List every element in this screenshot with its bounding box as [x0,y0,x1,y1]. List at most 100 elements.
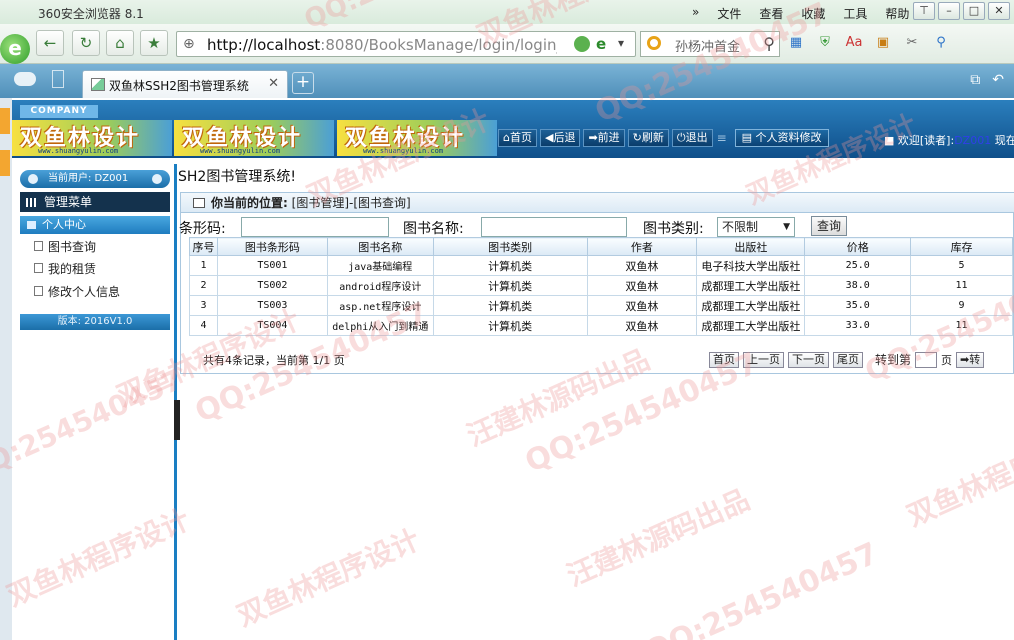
side-widget-1[interactable] [0,108,10,134]
sidebar-item-book-query[interactable]: 图书查询 [34,238,164,255]
cell-publisher: 成都理工大学出版社 [696,275,806,296]
home-button[interactable]: ⌂ [106,30,134,56]
cell-index: 2 [189,275,218,296]
menu-tools[interactable]: 工具 [843,5,867,22]
menu-header: 管理菜单 [20,192,170,212]
cell-author: 双鱼林 [586,255,698,276]
cell-barcode: TS003 [216,295,328,316]
shield-icon[interactable]: ⛨ [815,34,835,52]
next-page-button[interactable]: 下一页 [788,351,829,368]
prev-page-button[interactable]: 上一页 [743,351,784,368]
sidebar-item-label: 修改个人信息 [48,285,121,299]
browser-toolbar: ← ↻ ⌂ ★ ⊕ http://localhost:8080/BooksMan… [0,24,1014,64]
restore-tabs-icon[interactable]: ⧉ [970,72,980,88]
pagination-controls: 首页 上一页 下一页 尾页 转到第 页 ➡转 [709,351,985,368]
cell-book-name: java基础编程 [326,255,434,276]
screenshot-icon[interactable]: ✂ [902,34,922,52]
profile-icon: ▤ [741,131,752,144]
sidebar-item-edit-profile[interactable]: 修改个人信息 [34,283,164,300]
current-user-bar: 当前用户: DZ001 [20,170,170,188]
query-button[interactable]: 查询 [811,216,847,236]
cell-book-name: asp.net程序设计 [326,295,434,316]
favorite-button[interactable]: ★ [140,30,168,56]
cloud-icon[interactable] [14,72,36,86]
zoom-icon[interactable]: ⚲ [931,34,951,52]
book-type-value: 不限制 [722,220,759,234]
sidebar-item-label: 图书查询 [48,240,97,254]
book-name-input[interactable] [481,217,627,237]
minimize-button[interactable]: – [938,2,960,20]
table-row[interactable]: 1 TS001 java基础编程 计算机类 双鱼林 电子科技大学出版社 25.0… [189,255,1013,276]
sidebar-item-my-rentals[interactable]: 我的租赁 [34,260,164,277]
menu-group-personal[interactable]: 个人中心 [20,216,170,234]
menu-chevron-icon[interactable]: » [692,5,699,22]
nav-logout-label: 退出 [685,131,708,144]
table-row[interactable]: 3 TS003 asp.net程序设计 计算机类 双鱼林 成都理工大学出版社 3… [189,295,1013,316]
sidebar-toggle-icon[interactable] [52,70,64,88]
menu-file[interactable]: 文件 [717,5,741,22]
nav-logout-button[interactable]: ⏻退出 [671,129,713,147]
address-dropdown-icon[interactable]: ▾ [618,36,624,50]
address-bar[interactable]: ⊕ http://localhost:8080/BooksManage/logi… [176,31,636,57]
last-page-button[interactable]: 尾页 [833,351,863,368]
close-tab-icon[interactable]: ✕ [268,76,279,91]
close-window-button[interactable]: ✕ [988,2,1010,20]
banner-logo-3: 双鱼林设计 www.shuangyulin.com [337,120,497,156]
ie-mode-icon[interactable]: e [596,35,606,53]
browser-extension-toolbar: ▦ ⛨ Aa ▣ ✂ ⚲ [786,34,951,52]
profile-edit-button[interactable]: ▤ 个人资料修改 [734,129,829,147]
nav-back-button[interactable]: ◀后退 [539,129,581,147]
reload-button[interactable]: ↻ [72,30,100,56]
maximize-button[interactable]: □ [963,2,985,20]
menu-favorites[interactable]: 收藏 [801,5,825,22]
main-content: SH2图书管理系统! 你当前的位置: [图书管理]-[图书查询] 条形码: 图书… [178,164,1014,640]
nav-back-label: 后退 [553,131,576,144]
search-engine-icon[interactable] [647,36,661,50]
menu-view[interactable]: 查看 [759,5,783,22]
book-type-select[interactable]: 不限制 ▼ [717,217,795,237]
new-tab-button[interactable]: + [292,72,314,94]
barcode-input[interactable] [241,217,389,237]
search-filters: 条形码: 图书名称: 图书类别: 不限制 ▼ 查询 [179,216,1014,238]
cell-price: 33.0 [804,315,912,336]
translate-icon[interactable]: Aa [844,34,864,52]
search-input[interactable]: 孙杨冲首金 [675,36,761,55]
table-row[interactable]: 4 TS004 delphi从入门到精通 计算机类 双鱼林 成都理工大学出版社 … [189,315,1013,336]
browser-side-strip [0,98,12,640]
cell-publisher: 电子科技大学出版社 [696,255,806,276]
search-icon[interactable]: ⚲ [763,34,775,53]
nav-refresh-button[interactable]: ↻刷新 [627,129,669,147]
column-header: 价格 [804,237,912,256]
cell-barcode: TS002 [216,275,328,296]
location-icon [193,198,205,208]
side-widget-2[interactable] [0,150,10,176]
tab-library-system[interactable]: 双鱼林SSH2图书管理系统 ✕ [82,70,288,98]
cell-author: 双鱼林 [586,315,698,336]
page-number-input[interactable] [915,351,938,368]
nav-home-button[interactable]: ⌂首页 [498,129,537,147]
address-url[interactable]: http://localhost:8080/BooksManage/login/… [207,36,557,54]
welcome-username: DZ001 [954,134,992,147]
site-header: COMPANY 双鱼林设计 www.shuangyulin.com 双鱼林设计 … [12,100,1014,158]
go-button[interactable]: ➡转 [956,351,985,368]
search-box[interactable]: 孙杨冲首金 ⚲ [640,31,780,57]
column-header: 图书类别 [432,237,588,256]
cell-stock: 5 [910,255,1013,276]
cell-price: 25.0 [804,255,912,276]
nav-forward-button[interactable]: ➡前进 [583,129,625,147]
menu-group-label: 个人中心 [42,218,86,231]
column-header: 图书名称 [326,237,434,256]
compat-mode-icon[interactable] [574,36,590,52]
apps-grid-icon[interactable]: ▦ [786,34,806,52]
first-page-button[interactable]: 首页 [709,351,739,368]
undo-close-icon[interactable]: ↶ [992,72,1004,88]
forward-icon: ➡ [588,131,598,144]
pin-icon[interactable]: ⊤ [913,2,935,20]
banner-sub-3: www.shuangyulin.com [363,147,444,155]
menu-help[interactable]: 帮助 [885,5,909,22]
back-button[interactable]: ← [36,30,64,56]
reload-icon: ↻ [79,34,93,52]
coupon-icon[interactable]: ▣ [873,34,893,52]
table-row[interactable]: 2 TS002 android程序设计 计算机类 双鱼林 成都理工大学出版社 3… [189,275,1013,296]
cell-price: 38.0 [804,275,912,296]
